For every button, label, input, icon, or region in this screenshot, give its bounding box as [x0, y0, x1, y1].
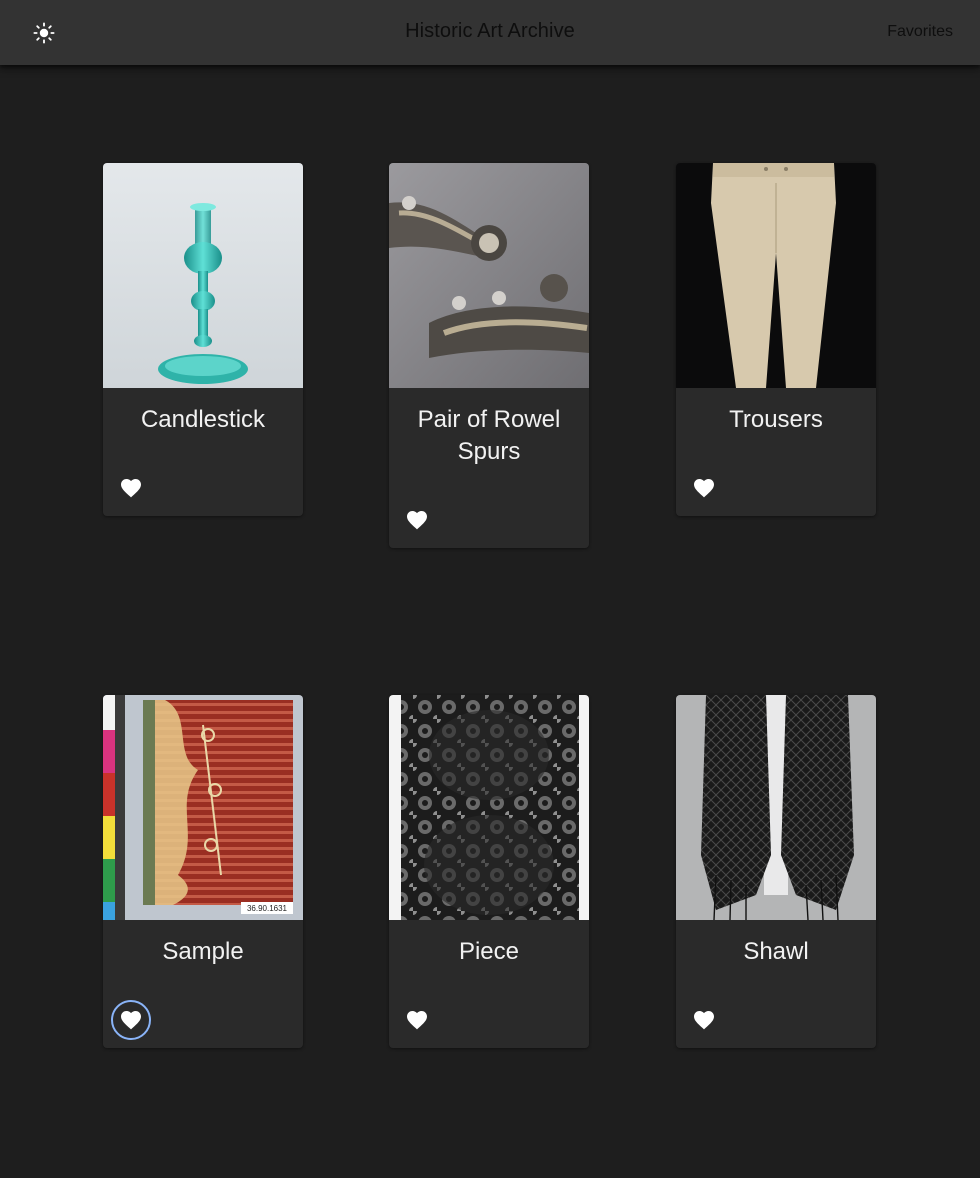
- artwork-card: Trousers: [676, 163, 876, 516]
- image-label: 36.90.1631: [247, 904, 288, 913]
- artwork-title: Shawl: [743, 938, 809, 965]
- heart-icon: [692, 476, 716, 500]
- artwork-image: [389, 695, 589, 920]
- favorite-button[interactable]: [111, 468, 151, 508]
- artwork-title: Piece: [458, 938, 520, 965]
- heart-icon: [405, 1008, 429, 1032]
- heart-icon: [405, 508, 429, 532]
- favorite-button[interactable]: [397, 500, 437, 540]
- artwork-card: Shawl: [676, 695, 876, 1048]
- heart-icon: [119, 1008, 143, 1032]
- artwork-image: [103, 163, 303, 388]
- favorite-button[interactable]: [397, 1000, 437, 1040]
- app-title: Historic Art Archive: [405, 20, 575, 42]
- favorite-button[interactable]: [684, 1000, 724, 1040]
- favorite-button[interactable]: [111, 1000, 151, 1040]
- artwork-card: 36.90.1631 Sample: [103, 695, 303, 1048]
- heart-icon: [119, 476, 143, 500]
- artwork-card: Pair of Rowel Spurs: [389, 163, 589, 548]
- artwork-title: Sample: [162, 938, 244, 965]
- artwork-card: Piece: [389, 695, 589, 1048]
- artwork-title: Candlestick: [140, 406, 266, 433]
- heart-icon: [692, 1008, 716, 1032]
- artwork-image: [676, 695, 876, 920]
- favorite-button[interactable]: [684, 468, 724, 508]
- artwork-image: 36.90.1631: [103, 695, 303, 920]
- app-bar: Historic Art Archive Favorites: [0, 0, 980, 65]
- favorites-link[interactable]: Favorites: [887, 23, 953, 41]
- artwork-image: [389, 163, 589, 388]
- artwork-title: Trousers: [729, 406, 823, 433]
- artwork-card: Candlestick: [103, 163, 303, 516]
- artwork-image: [676, 163, 876, 388]
- artwork-title: Pair of Rowel Spurs: [417, 406, 561, 465]
